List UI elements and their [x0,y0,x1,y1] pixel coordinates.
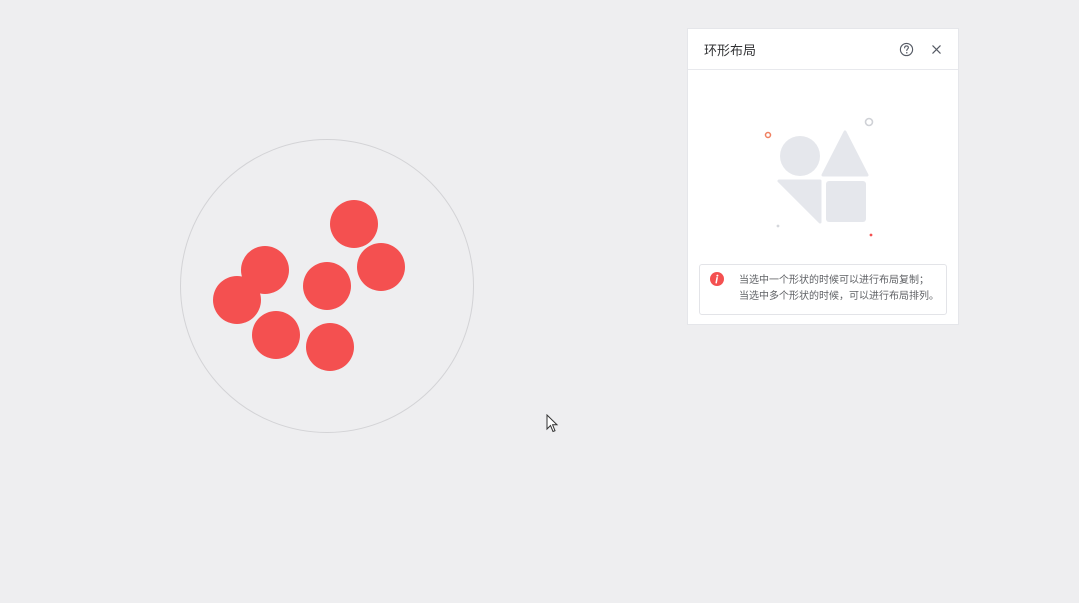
red-circle-shape[interactable] [357,243,405,291]
help-button[interactable] [896,39,916,59]
info-circle-icon [710,272,724,286]
red-circle-shape[interactable] [303,262,351,310]
notice-line-1: 当选中一个形状的时候可以进行布局复制； [739,275,929,286]
circle-layout-panel: 环形布局 当选中一个形状的时候可以进行布局复制； 当选中多个形状的时候，可以进行… [687,28,959,325]
close-button[interactable] [926,39,946,59]
question-circle-icon [899,42,913,56]
red-circle-shape[interactable] [306,323,354,371]
mouse-cursor-icon [546,414,559,433]
notice-text: 当选中一个形状的时候可以进行布局复制； 当选中多个形状的时候，可以进行布局排列。 [739,273,939,305]
red-circle-shape[interactable] [252,311,300,359]
red-circle-shape[interactable] [213,276,261,324]
notice-line-2: 当选中多个形状的时候，可以进行布局排列。 [739,291,939,302]
panel-title: 环形布局 [704,43,757,59]
close-icon [931,44,941,54]
panel-header: 环形布局 [688,29,958,70]
red-circle-shape[interactable] [330,200,378,248]
info-notice: 当选中一个形状的时候可以进行布局复制； 当选中多个形状的时候，可以进行布局排列。 [699,264,947,315]
shapes-illustration-icon [764,117,874,237]
